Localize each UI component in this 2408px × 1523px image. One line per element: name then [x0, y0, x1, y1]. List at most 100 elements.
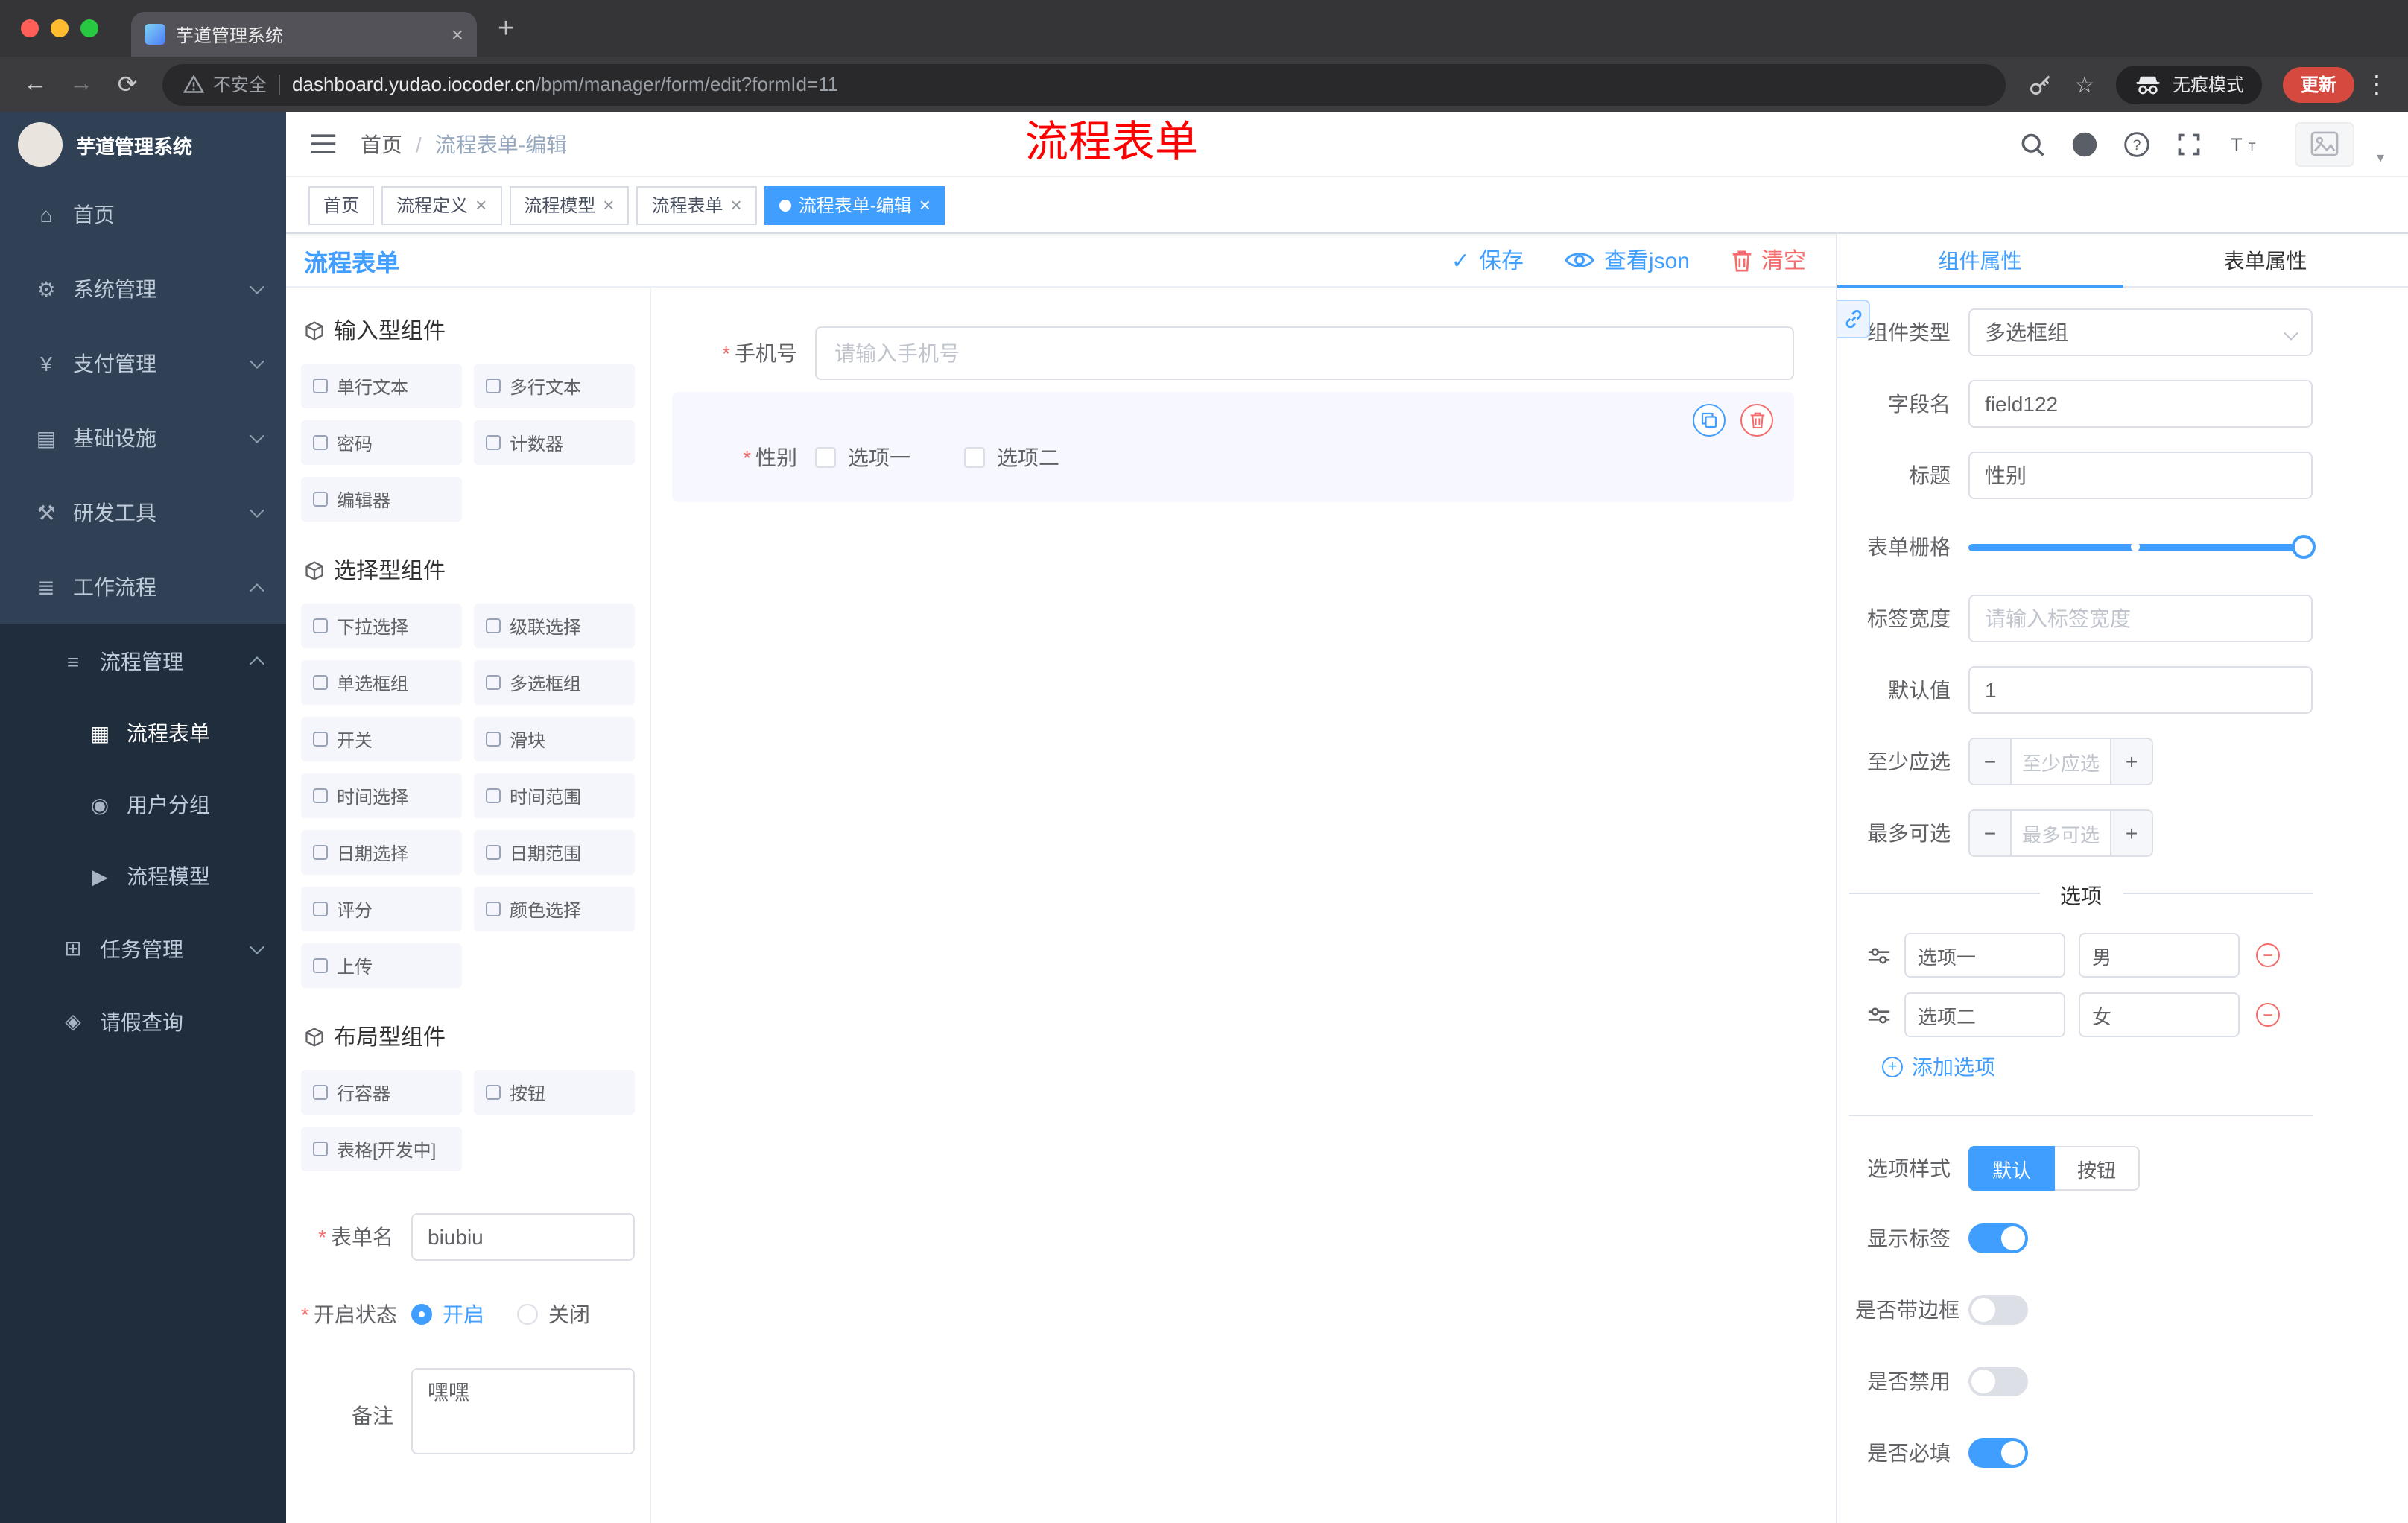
drag-handle-icon[interactable] — [1867, 1005, 1891, 1025]
view-json-button[interactable]: 查看json — [1565, 244, 1690, 276]
form-remark-textarea[interactable]: 嘿嘿 — [411, 1368, 635, 1454]
hamburger-icon[interactable] — [310, 133, 337, 155]
option-value-input[interactable] — [2079, 933, 2240, 978]
browser-tab[interactable]: 芋道管理系统 × — [131, 12, 477, 57]
key-icon[interactable] — [2021, 65, 2059, 104]
close-window-button[interactable] — [21, 19, 39, 37]
component-type-select[interactable]: 多选框组 — [1968, 308, 2313, 356]
component-item-checkbox-group[interactable]: 多选框组 — [474, 660, 635, 705]
component-item-radio-group[interactable]: 单选框组 — [301, 660, 462, 705]
browser-menu-icon[interactable]: ⋮ — [2360, 69, 2393, 99]
gender-option2-checkbox[interactable]: 选项二 — [964, 443, 1059, 472]
update-button[interactable]: 更新 — [2282, 66, 2354, 102]
component-item-single-text[interactable]: 单行文本 — [301, 364, 462, 408]
drag-handle-icon[interactable] — [1867, 946, 1891, 965]
component-item-date-picker[interactable]: 日期选择 — [301, 830, 462, 875]
save-button[interactable]: ✓ 保存 — [1451, 244, 1524, 276]
sidebar-item-process-management[interactable]: ≡ 流程管理 — [0, 624, 286, 697]
component-item-editor[interactable]: 编辑器 — [301, 477, 462, 522]
add-option-button[interactable]: + 添加选项 — [1882, 1052, 2313, 1082]
component-item-rate[interactable]: 评分 — [301, 887, 462, 931]
component-item-dropdown[interactable]: 下拉选择 — [301, 604, 462, 648]
component-item-password[interactable]: 密码 — [301, 420, 462, 465]
component-item-counter[interactable]: 计数器 — [474, 420, 635, 465]
tag-process-definition[interactable]: 流程定义 × — [381, 186, 502, 224]
tag-close-icon[interactable]: × — [919, 195, 931, 215]
link-icon[interactable] — [1837, 300, 1870, 338]
tag-home[interactable]: 首页 — [308, 186, 375, 224]
tab-form-props[interactable]: 表单属性 — [2123, 234, 2408, 286]
github-icon[interactable] — [2071, 130, 2098, 157]
gender-field-selected[interactable]: * 性别 选项一 选项二 — [672, 392, 1794, 502]
component-item-slider[interactable]: 滑块 — [474, 717, 635, 762]
sidebar-item-system[interactable]: ⚙ 系统管理 — [0, 252, 286, 326]
status-off-radio[interactable]: 关闭 — [517, 1299, 590, 1329]
minimize-window-button[interactable] — [51, 19, 69, 37]
zoom-window-button[interactable] — [80, 19, 98, 37]
fullscreen-icon[interactable] — [2176, 130, 2202, 157]
gender-option1-checkbox[interactable]: 选项一 — [815, 443, 910, 472]
remove-option-icon[interactable]: − — [2256, 943, 2280, 967]
increase-button[interactable]: + — [2110, 739, 2152, 784]
clear-button[interactable]: 清空 — [1731, 244, 1806, 276]
field-name-input[interactable] — [1968, 380, 2313, 428]
breadcrumb-home[interactable]: 首页 — [361, 129, 402, 159]
slider-handle[interactable] — [2292, 535, 2316, 559]
avatar-caret-icon[interactable]: ▾ — [2377, 150, 2384, 166]
back-button[interactable]: ← — [15, 64, 55, 104]
style-default-button[interactable]: 默认 — [1968, 1146, 2056, 1191]
disabled-switch[interactable] — [1968, 1367, 2028, 1396]
component-item-table[interactable]: 表格[开发中] — [301, 1127, 462, 1171]
sidebar-item-workflow[interactable]: ≣ 工作流程 — [0, 550, 286, 624]
default-value-input[interactable] — [1968, 666, 2313, 714]
forward-button[interactable]: → — [61, 64, 101, 104]
form-name-input[interactable] — [411, 1213, 635, 1261]
help-icon[interactable]: ? — [2123, 130, 2150, 157]
bookmark-star-icon[interactable]: ☆ — [2065, 65, 2104, 104]
tag-close-icon[interactable]: × — [603, 195, 614, 215]
tag-close-icon[interactable]: × — [731, 195, 742, 215]
tag-process-model[interactable]: 流程模型 × — [509, 186, 630, 224]
sidebar-item-home[interactable]: ⌂ 首页 — [0, 177, 286, 252]
sidebar-item-user-group[interactable]: ◉ 用户分组 — [0, 769, 286, 840]
avatar[interactable] — [2294, 121, 2354, 166]
option-value-input[interactable] — [2079, 992, 2240, 1037]
sidebar-item-process-form[interactable]: ▦ 流程表单 — [0, 697, 286, 769]
required-switch[interactable] — [1968, 1438, 2028, 1468]
tag-close-icon[interactable]: × — [475, 195, 487, 215]
label-width-input[interactable] — [1968, 595, 2313, 642]
component-item-time-picker[interactable]: 时间选择 — [301, 773, 462, 818]
component-item-multi-text[interactable]: 多行文本 — [474, 364, 635, 408]
show-label-switch[interactable] — [1968, 1223, 2028, 1253]
max-select-value[interactable]: 最多可选 — [2012, 811, 2110, 855]
component-item-button[interactable]: 按钮 — [474, 1070, 635, 1115]
sidebar-item-infrastructure[interactable]: ▤ 基础设施 — [0, 401, 286, 475]
sidebar-item-task-management[interactable]: ⊞ 任务管理 — [0, 912, 286, 985]
sidebar-item-devtools[interactable]: ⚒ 研发工具 — [0, 475, 286, 550]
border-switch[interactable] — [1968, 1295, 2028, 1325]
component-item-time-range[interactable]: 时间范围 — [474, 773, 635, 818]
copy-field-button[interactable] — [1693, 404, 1726, 437]
search-icon[interactable] — [2019, 130, 2046, 157]
address-bar[interactable]: 不安全 dashboard.yudao.iocoder.cn/bpm/manag… — [162, 63, 2006, 105]
phone-input[interactable] — [815, 326, 1794, 380]
component-item-switch[interactable]: 开关 — [301, 717, 462, 762]
tag-process-form-edit[interactable]: 流程表单-编辑 × — [764, 186, 945, 224]
component-item-cascader[interactable]: 级联选择 — [474, 604, 635, 648]
remove-option-icon[interactable]: − — [2256, 1003, 2280, 1027]
option-label-input[interactable] — [1904, 933, 2065, 978]
style-button-button[interactable]: 按钮 — [2055, 1146, 2141, 1191]
component-item-row-container[interactable]: 行容器 — [301, 1070, 462, 1115]
tab-component-props[interactable]: 组件属性 — [1837, 234, 2123, 288]
sidebar-item-payment[interactable]: ¥ 支付管理 — [0, 326, 286, 401]
security-chip[interactable]: 不安全 — [183, 72, 267, 97]
sidebar-item-process-model[interactable]: ▶ 流程模型 — [0, 840, 286, 912]
reload-button[interactable]: ⟳ — [107, 64, 148, 104]
component-item-date-range[interactable]: 日期范围 — [474, 830, 635, 875]
increase-button[interactable]: + — [2110, 811, 2152, 855]
delete-field-button[interactable] — [1740, 404, 1773, 437]
tag-process-form[interactable]: 流程表单 × — [636, 186, 757, 224]
tab-close-icon[interactable]: × — [452, 24, 463, 45]
decrease-button[interactable]: − — [1970, 811, 2012, 855]
decrease-button[interactable]: − — [1970, 739, 2012, 784]
